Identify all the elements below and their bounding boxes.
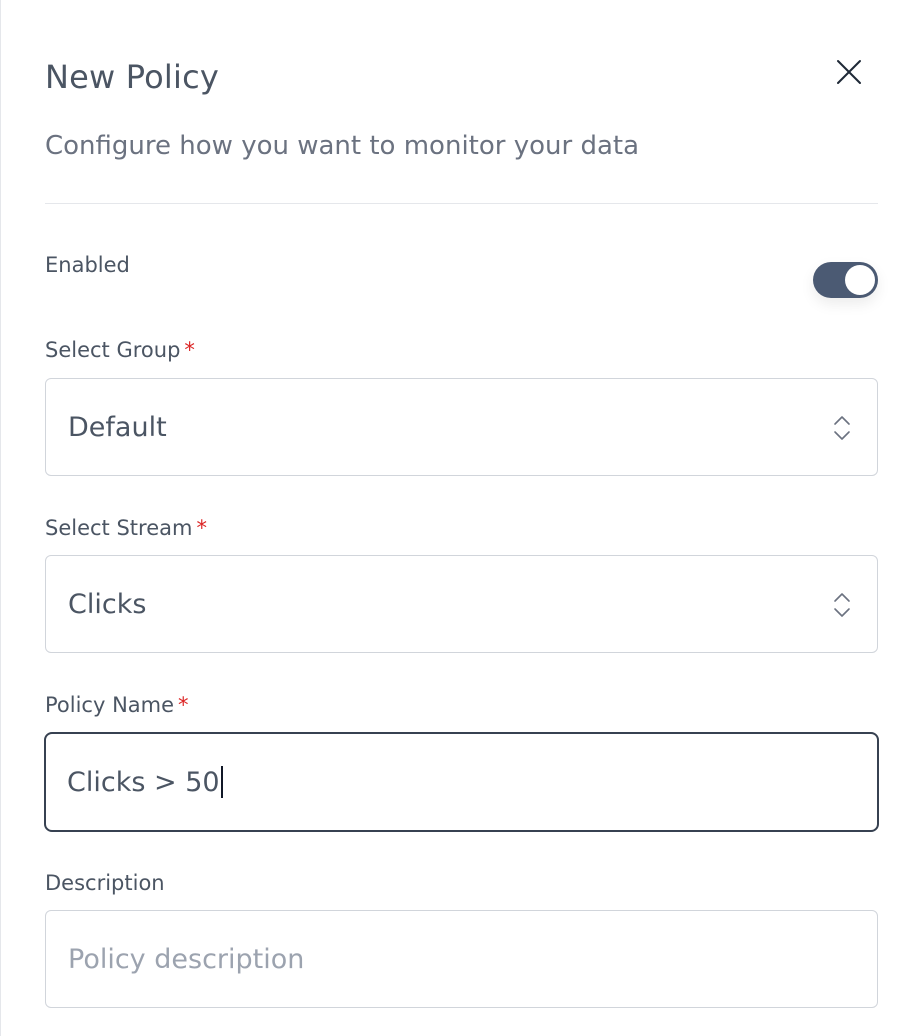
divider: [45, 203, 878, 204]
chevron-up-down-icon: [834, 593, 850, 617]
required-marker: *: [196, 516, 207, 540]
stream-label-text: Select Stream: [45, 516, 193, 540]
enabled-label: Enabled: [45, 253, 130, 277]
group-label-text: Select Group: [45, 338, 181, 362]
policy-name-input[interactable]: Clicks > 50: [44, 732, 879, 832]
stream-select[interactable]: Clicks: [45, 555, 878, 653]
text-caret: [220, 766, 223, 798]
group-label: Select Group *: [45, 338, 195, 362]
panel-subtitle: Configure how you want to monitor your d…: [45, 131, 640, 161]
close-icon: [837, 60, 861, 84]
group-select-value: Default: [68, 411, 167, 443]
required-marker: *: [184, 338, 195, 362]
stream-select-value: Clicks: [68, 588, 147, 620]
description-input[interactable]: Policy description: [45, 910, 878, 1008]
stream-label: Select Stream *: [45, 516, 207, 540]
required-marker: *: [178, 693, 189, 717]
toggle-knob: [845, 265, 875, 295]
group-select[interactable]: Default: [45, 378, 878, 476]
description-label: Description: [45, 871, 165, 895]
policy-name-value: Clicks > 50: [67, 766, 220, 798]
description-placeholder: Policy description: [68, 943, 305, 975]
policy-name-label-text: Policy Name: [45, 693, 175, 717]
close-button[interactable]: [829, 52, 869, 92]
policy-name-label: Policy Name *: [45, 693, 189, 717]
chevron-up-down-icon: [834, 416, 850, 440]
enabled-toggle[interactable]: [813, 262, 878, 298]
panel-title: New Policy: [45, 58, 220, 96]
new-policy-panel: New Policy Configure how you want to mon…: [0, 0, 920, 1036]
